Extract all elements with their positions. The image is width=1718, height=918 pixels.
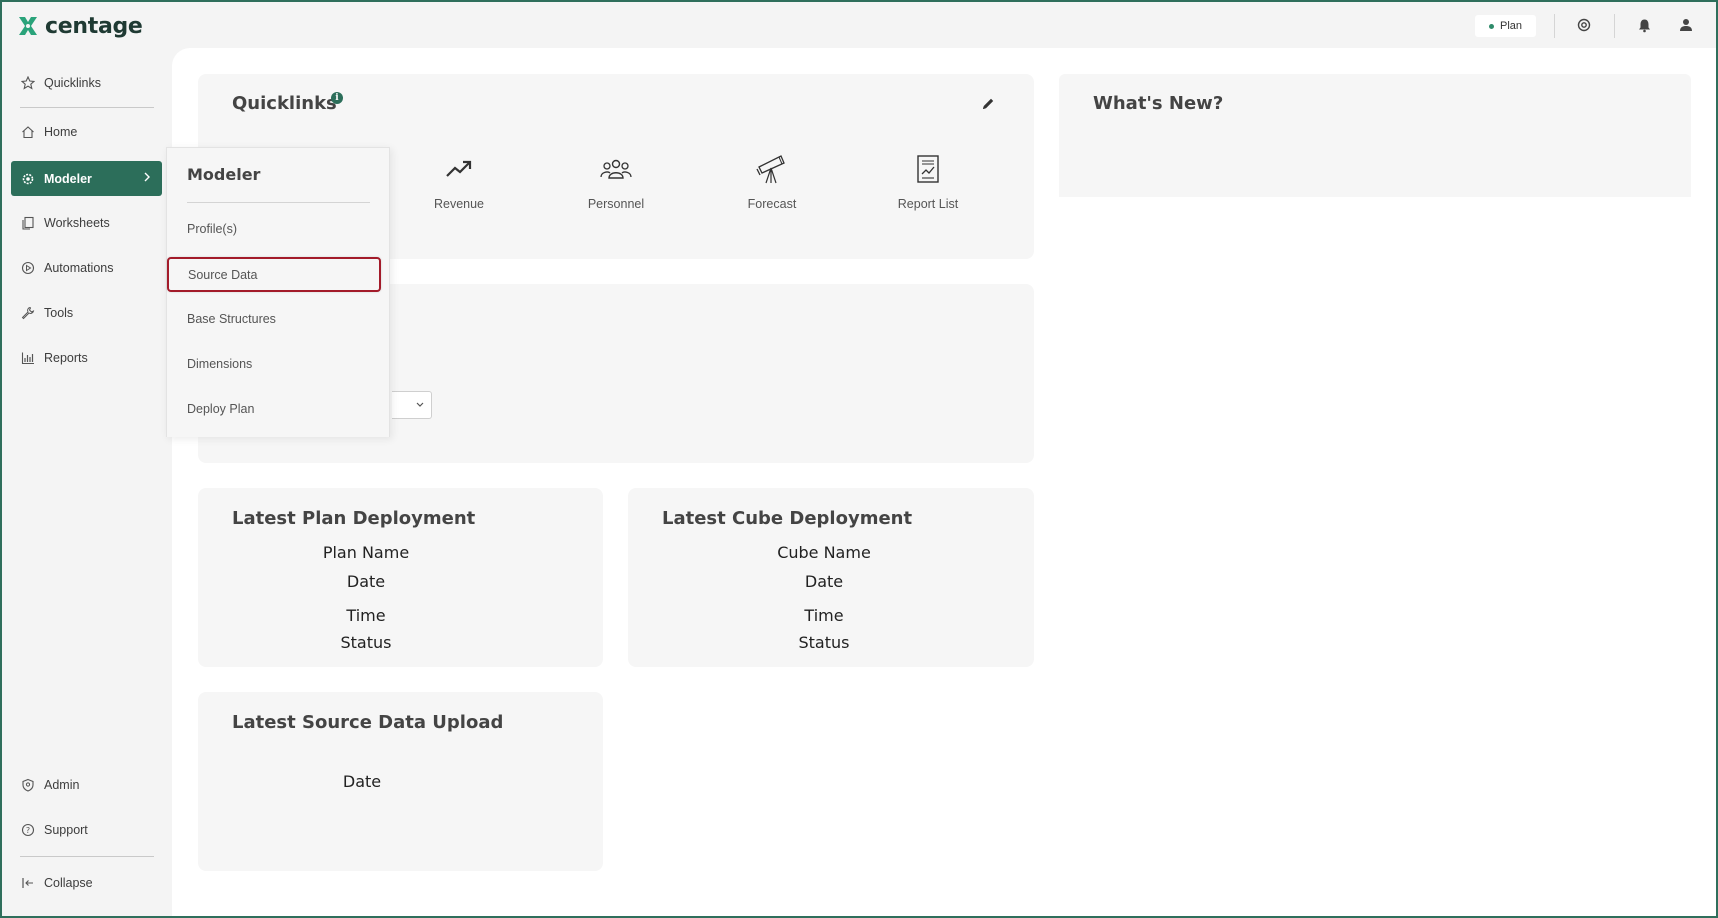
quicklink-label: Report List xyxy=(897,197,959,211)
flyout-item-deploy-plan[interactable]: Deploy Plan xyxy=(187,402,254,416)
cube-deployment-card: Latest Cube Deployment Cube Name Date Ti… xyxy=(628,488,1034,667)
report-icon xyxy=(868,151,988,187)
sidebar-divider xyxy=(20,856,154,857)
plan-deployment-title: Latest Plan Deployment xyxy=(232,508,476,529)
sidebar-item-label: Modeler xyxy=(44,171,92,186)
sidebar-item-collapse[interactable]: Collapse xyxy=(11,865,162,900)
help-icon: ? xyxy=(20,822,35,837)
user-profile-icon[interactable] xyxy=(1676,15,1696,35)
cube-gear-icon xyxy=(20,171,35,186)
sidebar-item-home[interactable]: Home xyxy=(11,114,162,149)
flyout-item-base-structures[interactable]: Base Structures xyxy=(187,312,276,326)
sidebar-item-label: Tools xyxy=(44,305,74,320)
chevron-right-icon xyxy=(142,171,152,186)
at-sign-icon[interactable] xyxy=(1574,15,1594,35)
notification-bell-icon[interactable] xyxy=(1634,15,1654,35)
bar-chart-icon xyxy=(20,350,35,365)
top-divider xyxy=(1614,14,1615,38)
collapse-icon xyxy=(20,875,35,890)
wrench-icon xyxy=(20,305,35,320)
quicklink-label: Personnel xyxy=(587,197,645,211)
star-icon xyxy=(20,75,35,90)
plan-name-label: Plan Name xyxy=(322,543,410,562)
cube-name-label: Cube Name xyxy=(777,543,871,562)
sidebar-item-label: Support xyxy=(44,822,88,837)
shield-icon xyxy=(20,777,35,792)
logo-text: centage xyxy=(45,13,143,39)
trend-up-icon xyxy=(399,151,519,187)
sidebar-item-automations[interactable]: Automations xyxy=(11,250,162,285)
sidebar-item-label: Admin xyxy=(44,777,80,792)
sidebar-item-label: Reports xyxy=(44,350,88,365)
whats-new-card: What's New? xyxy=(1059,74,1691,197)
plan-badge-label: Plan xyxy=(1499,20,1523,32)
info-icon[interactable]: i xyxy=(331,92,343,104)
plan-time-label: Time xyxy=(346,606,386,625)
plan-date-label: Date xyxy=(346,572,386,591)
quicklink-report-list[interactable]: Report List xyxy=(868,151,988,211)
plan-status-dot xyxy=(1488,23,1494,29)
plan-deployment-card: Latest Plan Deployment Plan Name Date Ti… xyxy=(198,488,603,667)
flyout-title: Modeler xyxy=(187,165,261,184)
people-icon xyxy=(556,151,676,187)
sidebar-item-quicklinks[interactable]: Quicklinks xyxy=(11,65,162,100)
plan-status-label: Status xyxy=(340,633,392,652)
plan-badge[interactable]: Plan xyxy=(1475,15,1536,37)
sidebar-item-label: Worksheets xyxy=(44,215,110,230)
logo[interactable]: centage xyxy=(17,13,143,39)
sidebar-item-worksheets[interactable]: Worksheets xyxy=(11,205,162,240)
modeler-flyout-menu: Modeler Profile(s) xyxy=(166,147,390,437)
chevron-down-icon xyxy=(416,402,424,407)
sidebar-item-support[interactable]: ? Support xyxy=(11,812,162,847)
source-upload-date-label: Date xyxy=(342,772,382,791)
cube-status-label: Status xyxy=(798,633,850,652)
sidebar-item-admin[interactable]: Admin xyxy=(11,767,162,802)
quicklink-label: Revenue xyxy=(433,197,485,211)
quicklink-forecast[interactable]: Forecast xyxy=(712,151,832,211)
svg-text:?: ? xyxy=(25,826,29,835)
sidebar-divider xyxy=(20,107,154,108)
sidebar-item-label: Automations xyxy=(44,260,114,275)
top-divider xyxy=(1554,14,1555,38)
dropdown-select[interactable] xyxy=(392,391,432,419)
sheets-icon xyxy=(20,215,35,230)
flyout-item-profiles[interactable]: Profile(s) xyxy=(187,222,237,236)
cube-date-label: Date xyxy=(804,572,844,591)
quicklink-label: Forecast xyxy=(747,197,797,211)
cube-deployment-title: Latest Cube Deployment xyxy=(662,508,913,529)
sidebar-item-label: Collapse xyxy=(44,875,93,890)
telescope-icon xyxy=(712,151,832,187)
sidebar-item-label: Home xyxy=(44,124,78,139)
quicklinks-title: Quicklinks xyxy=(232,93,337,114)
source-upload-title: Latest Source Data Upload xyxy=(232,712,504,733)
flyout-item-source-data[interactable]: Source Data xyxy=(167,257,381,292)
quicklink-revenue[interactable]: Revenue xyxy=(399,151,519,211)
source-upload-card: Latest Source Data Upload Date xyxy=(198,692,603,871)
home-icon xyxy=(20,124,35,139)
sidebar-item-label: Quicklinks xyxy=(44,75,101,90)
quicklink-personnel[interactable]: Personnel xyxy=(556,151,676,211)
sidebar: Quicklinks Home Modeler Worksheets Autom… xyxy=(0,50,172,918)
whats-new-title: What's New? xyxy=(1093,93,1224,114)
play-circle-icon xyxy=(20,260,35,275)
top-bar: centage Plan xyxy=(0,0,1718,50)
edit-pencil-icon[interactable] xyxy=(980,96,996,117)
sidebar-item-reports[interactable]: Reports xyxy=(11,340,162,375)
flyout-divider xyxy=(187,202,370,203)
sidebar-item-modeler[interactable]: Modeler xyxy=(11,161,162,196)
centage-logo-icon xyxy=(19,17,37,35)
flyout-item-label: Source Data xyxy=(188,268,258,282)
sidebar-item-tools[interactable]: Tools xyxy=(11,295,162,330)
flyout-item-dimensions[interactable]: Dimensions xyxy=(187,357,252,371)
cube-time-label: Time xyxy=(804,606,844,625)
